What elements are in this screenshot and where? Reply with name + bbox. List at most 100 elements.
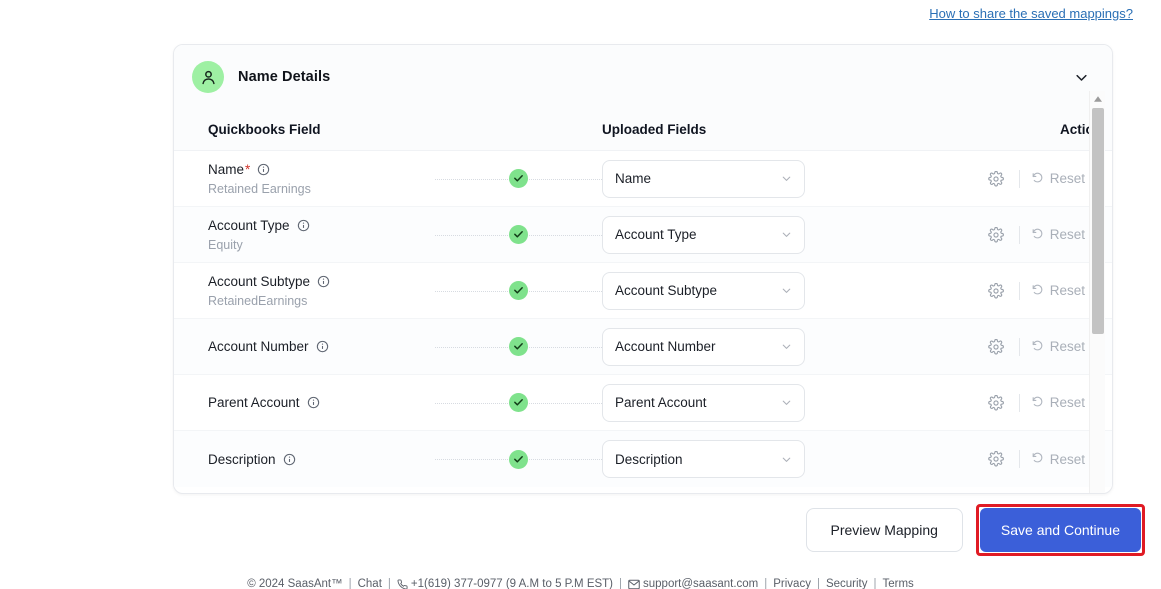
- required-marker: *: [245, 161, 251, 177]
- table-row: Name * Retained Earnings Name Reset: [174, 151, 1112, 207]
- action-cell: Reset: [839, 391, 1112, 415]
- mapping-rows: Name * Retained Earnings Name Reset Account T…: [174, 151, 1112, 487]
- card-scrollbar[interactable]: [1089, 91, 1106, 493]
- info-icon[interactable]: [283, 453, 296, 466]
- column-header-uploaded-fields: Uploaded Fields: [602, 122, 707, 137]
- table-row: Account Number Account Number Reset: [174, 319, 1112, 375]
- card-title: Name Details: [238, 69, 331, 85]
- reset-button[interactable]: Reset: [1031, 171, 1085, 187]
- action-cell: Reset: [839, 223, 1112, 247]
- gear-icon[interactable]: [984, 447, 1008, 471]
- uploaded-field-value: Description: [615, 451, 683, 467]
- chevron-down-icon: [780, 172, 793, 185]
- top-link-row: How to share the saved mappings?: [929, 6, 1133, 21]
- field-label-text: Account Subtype: [208, 273, 311, 289]
- gear-icon[interactable]: [984, 335, 1008, 359]
- uploaded-field-select[interactable]: Account Subtype: [602, 271, 805, 310]
- footer-security-link[interactable]: Security: [826, 578, 868, 589]
- chevron-down-icon: [780, 453, 793, 466]
- uploaded-field-value: Name: [615, 171, 652, 186]
- uploaded-field-select[interactable]: Account Number: [602, 327, 805, 366]
- table-row: Parent Account Parent Account Reset: [174, 375, 1112, 431]
- field-label: Account Number: [208, 338, 435, 355]
- footer-separator: |: [873, 578, 877, 589]
- form-actions: Preview Mapping Save and Continue: [805, 504, 1145, 556]
- envelope-icon: [628, 579, 640, 589]
- field-label: Name *: [208, 161, 435, 178]
- scrollbar-thumb[interactable]: [1092, 108, 1104, 334]
- uploaded-field-value: Parent Account: [615, 395, 707, 410]
- chevron-down-icon: [780, 284, 793, 297]
- footer-separator: |: [387, 578, 391, 589]
- reset-button[interactable]: Reset: [1031, 339, 1085, 355]
- footer-privacy-link[interactable]: Privacy: [773, 578, 811, 589]
- reset-label: Reset: [1049, 451, 1085, 467]
- quickbooks-field-cell: Account Type Equity: [208, 217, 435, 253]
- gear-icon[interactable]: [984, 223, 1008, 247]
- field-label: Account Subtype: [208, 273, 435, 290]
- uploaded-field-select[interactable]: Description: [602, 440, 805, 478]
- reset-button[interactable]: Reset: [1031, 227, 1085, 243]
- preview-mapping-button[interactable]: Preview Mapping: [805, 508, 963, 552]
- chevron-down-icon[interactable]: [1070, 66, 1092, 88]
- info-icon[interactable]: [297, 219, 310, 232]
- page-footer: © 2024 SaasAnt™ | Chat | +1(619) 377-097…: [0, 578, 1161, 589]
- reset-label: Reset: [1049, 227, 1085, 242]
- table-row: Account Type Equity Account Type Reset: [174, 207, 1112, 263]
- check-circle-icon: [509, 393, 528, 412]
- check-circle-icon: [509, 337, 528, 356]
- how-to-share-link[interactable]: How to share the saved mappings?: [929, 6, 1133, 21]
- uploaded-field-cell: Account Type: [602, 215, 839, 254]
- footer-separator: |: [619, 578, 623, 589]
- footer-email-link[interactable]: support@saasant.com: [643, 578, 758, 589]
- undo-arrow-icon: [1031, 451, 1044, 467]
- mapping-connector: [435, 281, 602, 300]
- uploaded-field-select[interactable]: Account Type: [602, 215, 805, 254]
- field-label-text: Description: [208, 451, 276, 467]
- column-headers: Quickbooks Field Uploaded Fields Action: [174, 109, 1112, 151]
- quickbooks-field-cell: Description: [208, 451, 435, 468]
- gear-icon[interactable]: [984, 279, 1008, 303]
- card-header: Name Details: [174, 45, 1112, 109]
- field-sample-value: Retained Earnings: [208, 181, 311, 196]
- info-icon[interactable]: [307, 396, 320, 409]
- action-divider: [1018, 393, 1020, 412]
- uploaded-field-cell: Parent Account: [602, 383, 839, 422]
- action-cell: Reset: [839, 167, 1112, 191]
- reset-label: Reset: [1049, 283, 1085, 298]
- reset-button[interactable]: Reset: [1031, 451, 1085, 467]
- gear-icon[interactable]: [984, 391, 1008, 415]
- save-and-continue-button[interactable]: Save and Continue: [979, 508, 1141, 552]
- save-and-continue-wrapper: Save and Continue: [975, 504, 1145, 556]
- check-circle-icon: [509, 169, 528, 188]
- reset-button[interactable]: Reset: [1031, 395, 1085, 411]
- uploaded-field-select[interactable]: Parent Account: [602, 383, 805, 422]
- check-circle-icon: [509, 449, 528, 469]
- quickbooks-field-cell: Name * Retained Earnings: [208, 161, 435, 197]
- field-label-text: Name: [208, 161, 245, 177]
- field-label: Parent Account: [208, 394, 435, 411]
- info-icon[interactable]: [317, 275, 330, 288]
- reset-label: Reset: [1049, 171, 1085, 186]
- info-icon[interactable]: [257, 163, 270, 176]
- action-divider: [1018, 450, 1020, 468]
- reset-button[interactable]: Reset: [1031, 283, 1085, 299]
- action-cell: Reset: [839, 335, 1112, 359]
- field-label-text: Parent Account: [208, 395, 300, 410]
- uploaded-field-value: Account Number: [615, 339, 716, 354]
- undo-arrow-icon: [1031, 283, 1044, 299]
- undo-arrow-icon: [1031, 395, 1044, 411]
- page-root: How to share the saved mappings? Name De…: [0, 0, 1161, 589]
- footer-chat-link[interactable]: Chat: [358, 578, 382, 589]
- check-circle-icon: [509, 281, 528, 300]
- triangle-up-icon[interactable]: [1090, 91, 1106, 106]
- gear-icon[interactable]: [984, 167, 1008, 191]
- mapping-connector: [435, 225, 602, 244]
- table-row: Account Subtype RetainedEarnings Account S…: [174, 263, 1112, 319]
- footer-terms-link[interactable]: Terms: [883, 578, 914, 589]
- phone-icon: [397, 578, 408, 589]
- footer-separator: |: [764, 578, 768, 589]
- uploaded-field-select[interactable]: Name: [602, 159, 805, 198]
- mapping-connector: [435, 449, 602, 469]
- info-icon[interactable]: [316, 340, 329, 353]
